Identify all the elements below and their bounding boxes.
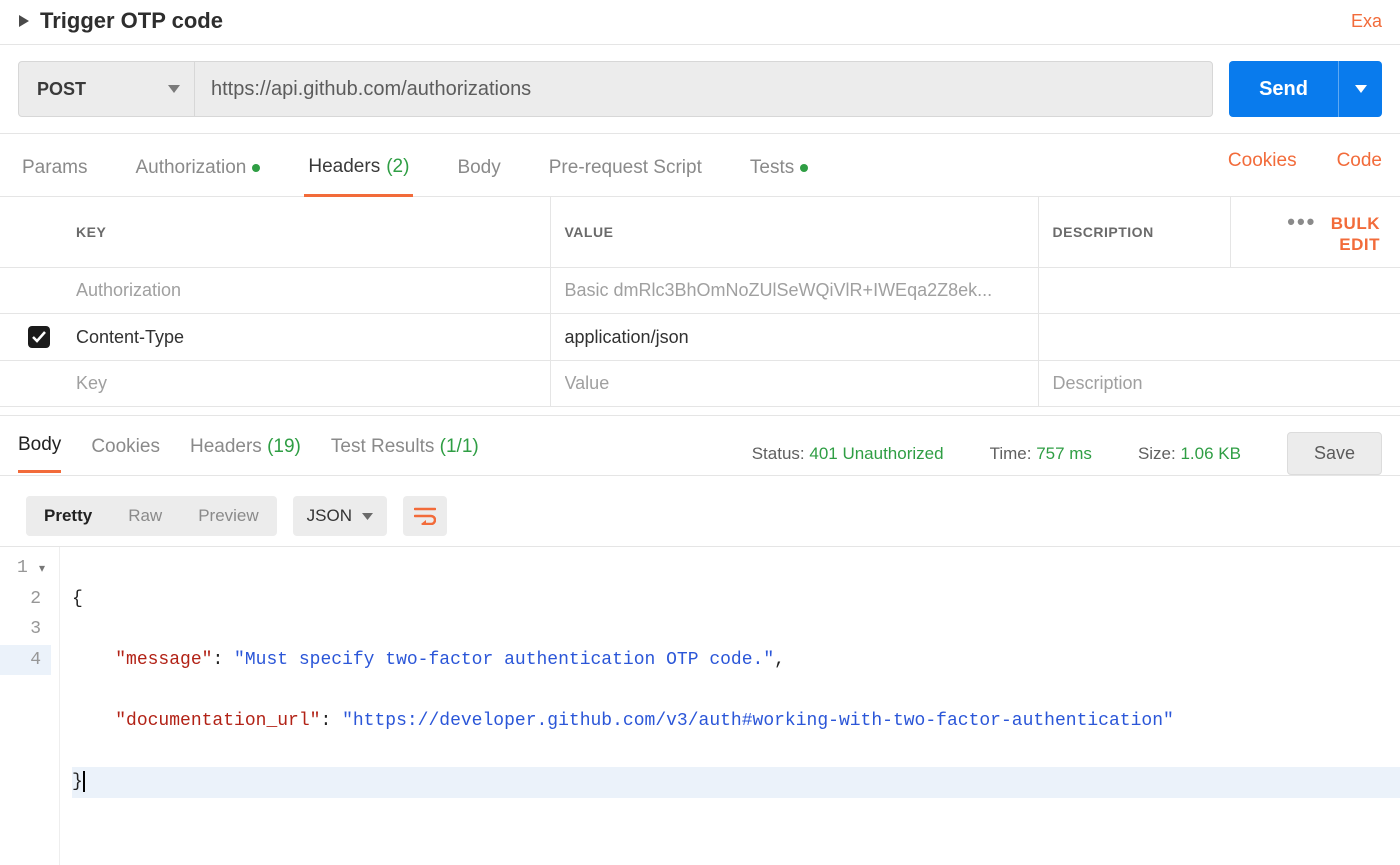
header-value-cell[interactable]: Basic dmRlc3BhOmNoZUlSeWQiVlR+IWEqa2Z8ek… xyxy=(550,268,1038,314)
http-method-value: POST xyxy=(37,79,86,100)
resp-tab-test-results[interactable]: Test Results (1/1) xyxy=(331,436,479,472)
view-mode-raw[interactable]: Raw xyxy=(110,496,180,536)
response-toolbar: Pretty Raw Preview JSON xyxy=(0,475,1400,546)
line-gutter: 1 ▾ 2 3 4 xyxy=(0,547,60,865)
cursor-caret-icon xyxy=(83,771,85,793)
resp-tab-body[interactable]: Body xyxy=(18,434,61,473)
table-row: Authorization Basic dmRlc3BhOmNoZUlSeWQi… xyxy=(0,268,1400,314)
header-key-cell[interactable]: Authorization xyxy=(62,268,550,314)
resp-tab-headers-label: Headers xyxy=(190,436,262,457)
wrap-icon xyxy=(414,507,436,525)
header-desc-input[interactable] xyxy=(1038,361,1400,407)
response-size: Size: 1.06 KB xyxy=(1138,444,1241,464)
send-button[interactable]: Send xyxy=(1229,61,1338,117)
resp-tab-test-results-label: Test Results xyxy=(331,436,434,457)
format-select-value: JSON xyxy=(307,506,352,526)
view-mode-preview[interactable]: Preview xyxy=(180,496,276,536)
header-value-input[interactable] xyxy=(550,361,1038,407)
tab-authorization-label: Authorization xyxy=(135,157,246,179)
response-time: Time: 757 ms xyxy=(990,444,1092,464)
tab-authorization[interactable]: Authorization xyxy=(131,143,264,195)
tab-headers-count: (2) xyxy=(386,156,409,178)
tab-headers-label: Headers xyxy=(308,156,380,178)
resp-tab-headers-count: (19) xyxy=(267,436,301,457)
wrap-lines-button[interactable] xyxy=(403,496,447,536)
http-method-select[interactable]: POST xyxy=(19,62,195,116)
chevron-down-icon xyxy=(362,513,373,520)
col-key-header: Key xyxy=(62,197,550,268)
examples-link[interactable]: Exa xyxy=(1351,11,1382,32)
method-url-group: POST xyxy=(18,61,1213,117)
status-dot-icon xyxy=(800,164,808,172)
tab-tests-label: Tests xyxy=(750,157,794,179)
col-value-header: Value xyxy=(550,197,1038,268)
cookies-link[interactable]: Cookies xyxy=(1228,150,1297,188)
request-bar: POST Send xyxy=(0,45,1400,134)
request-url-input[interactable] xyxy=(195,62,1212,116)
table-row-new xyxy=(0,361,1400,407)
tab-pre-request-script[interactable]: Pre-request Script xyxy=(545,143,706,195)
check-icon xyxy=(32,331,46,343)
disclosure-triangle-icon[interactable] xyxy=(18,15,30,27)
chevron-down-icon xyxy=(168,85,180,93)
view-mode-pretty[interactable]: Pretty xyxy=(26,496,110,536)
tab-body[interactable]: Body xyxy=(453,143,504,195)
resp-tab-headers[interactable]: Headers (19) xyxy=(190,436,301,472)
col-checkbox xyxy=(0,197,62,268)
request-title: Trigger OTP code xyxy=(40,8,1351,34)
tab-headers[interactable]: Headers (2) xyxy=(304,142,413,197)
header-key-cell[interactable]: Content-Type xyxy=(62,314,550,361)
col-desc-header: Description xyxy=(1038,197,1230,268)
headers-table: Key Value Description ••• Bulk Edit Auth… xyxy=(0,197,1400,407)
table-row: Content-Type application/json xyxy=(0,314,1400,361)
fold-icon[interactable]: ▾ xyxy=(28,562,45,576)
format-select[interactable]: JSON xyxy=(293,496,387,536)
request-title-row: Trigger OTP code Exa xyxy=(0,0,1400,45)
tab-tests[interactable]: Tests xyxy=(746,143,812,195)
header-desc-cell[interactable] xyxy=(1038,314,1400,361)
save-response-button[interactable]: Save xyxy=(1287,432,1382,475)
resp-tab-cookies[interactable]: Cookies xyxy=(91,436,160,472)
more-icon[interactable]: ••• xyxy=(1287,209,1316,234)
response-body-viewer[interactable]: 1 ▾ 2 3 4 { "message": "Must specify two… xyxy=(0,546,1400,865)
chevron-down-icon xyxy=(1355,85,1367,93)
header-value-cell[interactable]: application/json xyxy=(550,314,1038,361)
row-checkbox[interactable] xyxy=(28,326,50,348)
request-tabs: Params Authorization Headers (2) Body Pr… xyxy=(0,134,1400,197)
header-desc-cell[interactable] xyxy=(1038,268,1400,314)
code-content: { "message": "Must specify two-factor au… xyxy=(60,547,1400,865)
tab-params[interactable]: Params xyxy=(18,143,91,195)
send-dropdown-button[interactable] xyxy=(1338,61,1382,117)
response-bar: Body Cookies Headers (19) Test Results (… xyxy=(0,415,1400,475)
status-dot-icon xyxy=(252,164,260,172)
view-mode-segmented: Pretty Raw Preview xyxy=(26,496,277,536)
code-link[interactable]: Code xyxy=(1337,150,1382,188)
col-actions: ••• Bulk Edit xyxy=(1230,197,1400,268)
bulk-edit-link[interactable]: Bulk Edit xyxy=(1331,214,1380,254)
resp-tab-test-results-count: (1/1) xyxy=(440,436,479,457)
response-status: Status: 401 Unauthorized xyxy=(752,444,944,464)
send-button-group: Send xyxy=(1229,61,1382,117)
header-key-input[interactable] xyxy=(62,361,550,407)
